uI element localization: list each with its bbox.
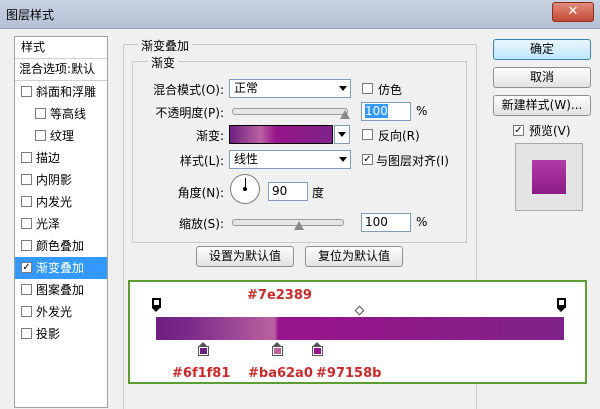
style-item-label: 外发光 — [36, 305, 73, 319]
reverse-label: 反向(R) — [378, 129, 420, 143]
angle-dial[interactable] — [230, 174, 260, 204]
opacity-stop-right[interactable] — [557, 298, 566, 312]
opacity-unit: % — [416, 104, 428, 118]
style-item-inner-shadow[interactable]: 内阴影 — [15, 169, 107, 191]
angle-label: 角度(N): — [177, 186, 224, 200]
gradient-subgroup-title: 渐变 — [148, 54, 179, 71]
style-item-label: 描边 — [36, 151, 61, 165]
scale-slider-track[interactable] — [232, 219, 344, 226]
blend-mode-label: 混合模式(O): — [153, 83, 224, 97]
gradient-style-select[interactable]: 线性 — [229, 150, 351, 169]
style-item-color-overlay[interactable]: 颜色叠加 — [15, 235, 107, 257]
opacity-slider-thumb[interactable] — [340, 110, 350, 119]
style-list-header[interactable]: 样式 — [15, 37, 107, 59]
style-item-label: 内发光 — [36, 195, 73, 209]
opacity-input[interactable]: 100 — [361, 102, 411, 121]
style-item-contour[interactable]: 等高线 — [15, 103, 107, 125]
style-preview — [515, 143, 583, 211]
opacity-slider-track[interactable] — [232, 108, 348, 115]
top-stop-hex-label: #7e2389 — [247, 288, 312, 303]
close-button[interactable]: ✕ — [552, 2, 594, 22]
angle-dial-center — [243, 187, 247, 191]
gradient-bar[interactable] — [156, 317, 564, 340]
gradient-dropdown-button[interactable] — [334, 125, 350, 144]
title-bar: 图层样式 ✕ — [0, 0, 600, 29]
ok-button[interactable]: 确定 — [493, 39, 591, 60]
cancel-button[interactable]: 取消 — [493, 67, 591, 88]
reverse-checkbox[interactable] — [362, 129, 373, 140]
opacity-label: 不透明度(P): — [155, 106, 224, 120]
checkbox[interactable] — [21, 218, 32, 229]
checkbox[interactable] — [21, 196, 32, 207]
angle-unit: 度 — [312, 186, 325, 200]
chevron-down-icon — [339, 86, 347, 91]
checkbox[interactable] — [21, 306, 32, 317]
checkbox-checked[interactable]: ✓ — [21, 262, 32, 273]
stop-1-hex-label: #6f1f81 — [172, 366, 231, 381]
gradient-label: 渐变: — [195, 129, 224, 143]
scale-unit: % — [416, 215, 428, 229]
color-stop-3[interactable] — [312, 342, 323, 356]
checkbox[interactable] — [21, 328, 32, 339]
style-item-label: 投影 — [36, 327, 61, 341]
style-item-texture[interactable]: 纹理 — [15, 125, 107, 147]
style-item-bevel[interactable]: 斜面和浮雕 — [15, 81, 107, 103]
make-default-button[interactable]: 设置为默认值 — [196, 246, 294, 267]
checkbox[interactable] — [21, 284, 32, 295]
style-label: 样式(L): — [179, 154, 224, 168]
preview-label: 预览(V) — [529, 124, 571, 138]
blend-mode-select[interactable]: 正常 — [229, 79, 351, 98]
style-item-label: 纹理 — [50, 129, 75, 143]
checkbox[interactable] — [21, 152, 32, 163]
chevron-down-icon — [339, 157, 347, 162]
style-item-label: 光泽 — [36, 217, 61, 231]
stop-2-hex-label: #ba62a0 — [248, 366, 313, 381]
style-item-gradient-overlay[interactable]: ✓ 渐变叠加 — [15, 257, 107, 279]
blend-options-item[interactable]: 混合选项:默认 — [15, 59, 107, 81]
style-item-pattern-overlay[interactable]: 图案叠加 — [15, 279, 107, 301]
angle-value: 90 — [272, 184, 288, 198]
gradient-style-value: 线性 — [234, 152, 259, 166]
style-item-drop-shadow[interactable]: 投影 — [15, 323, 107, 345]
gradient-overlay-title: 渐变叠加 — [138, 37, 193, 54]
scale-value: 100 — [365, 215, 388, 229]
scale-label: 缩放(S): — [178, 217, 224, 231]
color-stop-2[interactable] — [272, 342, 283, 356]
preview-checkbox[interactable]: ✓ — [513, 125, 524, 136]
opacity-stop-left[interactable] — [152, 298, 161, 312]
checkbox[interactable] — [21, 86, 32, 97]
checkbox[interactable] — [35, 108, 46, 119]
checkbox[interactable] — [21, 174, 32, 185]
style-list: 样式 混合选项:默认 斜面和浮雕 等高线 纹理 描边 内阴影 内发光 光泽 颜色… — [14, 36, 108, 408]
style-item-label: 颜色叠加 — [36, 239, 85, 253]
style-item-satin[interactable]: 光泽 — [15, 213, 107, 235]
style-preview-swatch — [532, 160, 566, 194]
color-stop-1[interactable] — [198, 342, 209, 356]
align-with-layer-label: 与图层对齐(I) — [376, 154, 449, 168]
opacity-value: 100 — [365, 104, 388, 118]
blend-mode-value: 正常 — [234, 81, 259, 95]
align-with-layer-checkbox[interactable]: ✓ — [362, 154, 373, 165]
style-item-label: 渐变叠加 — [36, 261, 85, 275]
scale-input[interactable]: 100 — [361, 213, 411, 232]
angle-input[interactable]: 90 — [268, 182, 308, 201]
style-item-label: 内阴影 — [36, 173, 73, 187]
gradient-swatch[interactable] — [229, 125, 333, 144]
style-item-label: 图案叠加 — [36, 283, 85, 297]
reset-default-button[interactable]: 复位为默认值 — [305, 246, 403, 267]
dither-checkbox[interactable] — [362, 83, 373, 94]
style-item-stroke[interactable]: 描边 — [15, 147, 107, 169]
style-item-inner-glow[interactable]: 内发光 — [15, 191, 107, 213]
checkbox[interactable] — [35, 130, 46, 141]
checkbox[interactable] — [21, 240, 32, 251]
window-title: 图层样式 — [6, 8, 55, 22]
style-item-label: 斜面和浮雕 — [36, 85, 97, 99]
style-item-label: 等高线 — [50, 107, 87, 121]
style-item-outer-glow[interactable]: 外发光 — [15, 301, 107, 323]
dither-label: 仿色 — [378, 83, 403, 97]
stop-3-hex-label: #97158b — [316, 366, 382, 381]
new-style-button[interactable]: 新建样式(W)... — [493, 95, 591, 116]
scale-slider-thumb[interactable] — [294, 221, 304, 230]
